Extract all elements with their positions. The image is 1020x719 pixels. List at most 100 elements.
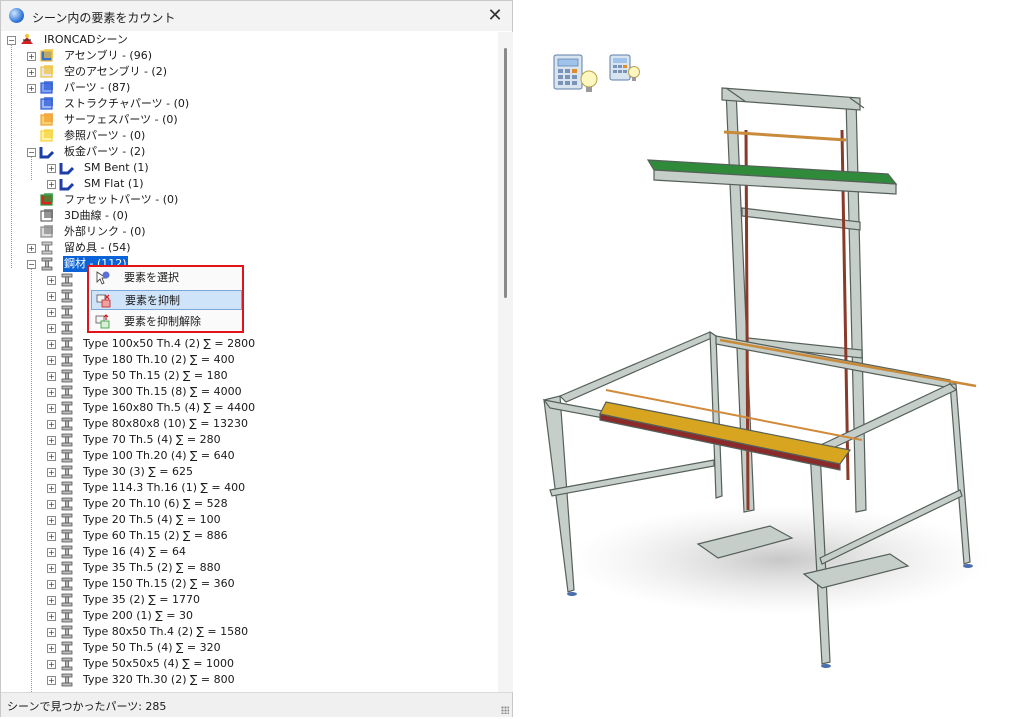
- steel-item-row[interactable]: + Type 180 Th.10 (2) ∑ = 400: [1, 352, 331, 368]
- steel-beam-icon: [61, 369, 73, 383]
- steel-item-row[interactable]: + Type 16 (4) ∑ = 64: [1, 544, 331, 560]
- close-button[interactable]: ✕: [484, 5, 506, 27]
- steel-item-row[interactable]: + Type 150 Th.15 (2) ∑ = 360: [1, 576, 331, 592]
- steel-item-row[interactable]: + Type 50x50x5 (4) ∑ = 1000: [1, 656, 331, 672]
- expand-toggle[interactable]: +: [47, 292, 56, 301]
- steel-item-row[interactable]: + Type 320 Th.30 (2) ∑ = 800: [1, 672, 331, 688]
- tree-node[interactable]: + SM Flat (1): [1, 176, 321, 192]
- menu-item-unsuppress[interactable]: 要素を抑制解除: [91, 312, 242, 332]
- steel-item-row[interactable]: + Type 160x80 Th.5 (4) ∑ = 4400: [1, 400, 331, 416]
- tree-node[interactable]: + SM Bent (1): [1, 160, 321, 176]
- steel-item-row[interactable]: +: [1, 304, 91, 320]
- steel-item-row[interactable]: + Type 60 Th.15 (2) ∑ = 886: [1, 528, 331, 544]
- steel-item-row[interactable]: + Type 35 Th.5 (2) ∑ = 880: [1, 560, 331, 576]
- tree-root[interactable]: − IRONCADシーン: [1, 32, 301, 48]
- steel-item-row[interactable]: + Type 50 Th.15 (2) ∑ = 180: [1, 368, 331, 384]
- expand-toggle[interactable]: +: [47, 612, 56, 621]
- expand-toggle[interactable]: +: [47, 468, 56, 477]
- expand-toggle[interactable]: +: [47, 644, 56, 653]
- vertical-scrollbar[interactable]: [498, 32, 513, 692]
- tree-node[interactable]: + アセンブリ - (96): [1, 48, 321, 64]
- tree-node[interactable]: 外部リンク - (0): [1, 224, 321, 240]
- tree-root-label: IRONCADシーン: [44, 33, 128, 46]
- tree-node[interactable]: サーフェスパーツ - (0): [1, 112, 321, 128]
- steel-beam-icon: [61, 417, 73, 431]
- expand-toggle[interactable]: +: [47, 404, 56, 413]
- tree-node[interactable]: ファセットパーツ - (0): [1, 192, 321, 208]
- tree-node[interactable]: + パーツ - (87): [1, 80, 321, 96]
- steel-item-row[interactable]: +: [1, 288, 91, 304]
- steel-item-label: Type 100 Th.20 (4) ∑ = 640: [83, 449, 235, 462]
- expand-toggle[interactable]: +: [47, 500, 56, 509]
- steel-beam-icon: [61, 513, 73, 527]
- steel-item-row[interactable]: + Type 80x80x8 (10) ∑ = 13230: [1, 416, 331, 432]
- steel-beam-icon: [61, 625, 73, 639]
- expand-toggle[interactable]: +: [47, 596, 56, 605]
- scene-tree: − IRONCADシーン + アセンブリ - (96) + 空のアセンブリ - (2)…: [1, 32, 498, 692]
- tree-node[interactable]: 参照パーツ - (0): [1, 128, 321, 144]
- steel-item-row[interactable]: + Type 20 Th.10 (6) ∑ = 528: [1, 496, 331, 512]
- menu-item-select[interactable]: 要素を選択: [91, 268, 242, 288]
- expand-toggle[interactable]: +: [47, 276, 56, 285]
- expand-toggle[interactable]: +: [47, 340, 56, 349]
- steel-item-row[interactable]: + Type 35 (2) ∑ = 1770: [1, 592, 331, 608]
- expand-toggle[interactable]: +: [47, 580, 56, 589]
- steel-item-label: Type 200 (1) ∑ = 30: [83, 609, 193, 622]
- expand-toggle[interactable]: +: [47, 628, 56, 637]
- steel-item-row[interactable]: +: [1, 320, 91, 336]
- resize-grip-icon[interactable]: [501, 706, 509, 714]
- menu-item-select-label: 要素を選択: [124, 271, 179, 284]
- steel-beam-icon: [41, 257, 53, 271]
- steel-item-row[interactable]: + Type 30 (3) ∑ = 625: [1, 464, 331, 480]
- expand-toggle[interactable]: +: [47, 452, 56, 461]
- expand-toggle[interactable]: +: [47, 548, 56, 557]
- expand-toggle[interactable]: +: [47, 372, 56, 381]
- expand-toggle[interactable]: +: [47, 324, 56, 333]
- expand-toggle[interactable]: −: [27, 260, 36, 269]
- steel-beam-icon: [61, 337, 73, 351]
- steel-beam-icon: [61, 673, 73, 687]
- cad-3d-viewport[interactable]: [530, 40, 1000, 680]
- steel-item-label: Type 50x50x5 (4) ∑ = 1000: [83, 657, 234, 670]
- expand-toggle[interactable]: +: [47, 436, 56, 445]
- expand-toggle[interactable]: +: [27, 68, 36, 77]
- steel-beam-icon: [61, 385, 73, 399]
- expand-toggle[interactable]: +: [27, 244, 36, 253]
- tree-node[interactable]: + 留め具 - (54): [1, 240, 321, 256]
- unsuppress-elements-icon: [95, 314, 110, 329]
- steel-item-row[interactable]: + Type 50 Th.5 (4) ∑ = 320: [1, 640, 331, 656]
- steel-item-label: Type 35 (2) ∑ = 1770: [83, 593, 200, 606]
- expand-toggle[interactable]: +: [47, 388, 56, 397]
- steel-beam-icon: [61, 289, 73, 303]
- expand-toggle[interactable]: +: [27, 84, 36, 93]
- steel-item-row[interactable]: + Type 200 (1) ∑ = 30: [1, 608, 331, 624]
- expand-toggle[interactable]: +: [47, 484, 56, 493]
- expand-toggle[interactable]: +: [47, 516, 56, 525]
- tree-node[interactable]: + 空のアセンブリ - (2): [1, 64, 321, 80]
- tree-node[interactable]: ストラクチャパーツ - (0): [1, 96, 321, 112]
- expand-toggle[interactable]: +: [47, 308, 56, 317]
- expand-toggle[interactable]: +: [47, 164, 56, 173]
- expand-toggle[interactable]: +: [47, 420, 56, 429]
- steel-item-row[interactable]: + Type 20 Th.5 (4) ∑ = 100: [1, 512, 331, 528]
- tree-node[interactable]: − 板金パーツ - (2): [1, 144, 321, 160]
- steel-item-row[interactable]: + Type 80x50 Th.4 (2) ∑ = 1580: [1, 624, 331, 640]
- expand-toggle[interactable]: +: [47, 660, 56, 669]
- steel-item-row[interactable]: + Type 70 Th.5 (4) ∑ = 280: [1, 432, 331, 448]
- expand-toggle[interactable]: +: [47, 564, 56, 573]
- steel-item-row[interactable]: +: [1, 272, 91, 288]
- expand-toggle[interactable]: +: [47, 532, 56, 541]
- steel-item-row[interactable]: + Type 100x50 Th.4 (2) ∑ = 2800: [1, 336, 331, 352]
- expand-toggle[interactable]: +: [47, 676, 56, 685]
- expand-toggle[interactable]: +: [27, 52, 36, 61]
- tree-node[interactable]: 3D曲線 - (0): [1, 208, 321, 224]
- steel-item-row[interactable]: + Type 100 Th.20 (4) ∑ = 640: [1, 448, 331, 464]
- expand-toggle[interactable]: +: [47, 180, 56, 189]
- menu-item-suppress[interactable]: 要素を抑制: [91, 290, 242, 310]
- expand-toggle[interactable]: −: [27, 148, 36, 157]
- steel-item-row[interactable]: + Type 114.3 Th.16 (1) ∑ = 400: [1, 480, 331, 496]
- steel-item-row[interactable]: + Type 300 Th.15 (8) ∑ = 4000: [1, 384, 331, 400]
- scrollbar-thumb[interactable]: [504, 48, 507, 298]
- expand-toggle[interactable]: +: [47, 356, 56, 365]
- steel-item-label: Type 160x80 Th.5 (4) ∑ = 4400: [83, 401, 256, 414]
